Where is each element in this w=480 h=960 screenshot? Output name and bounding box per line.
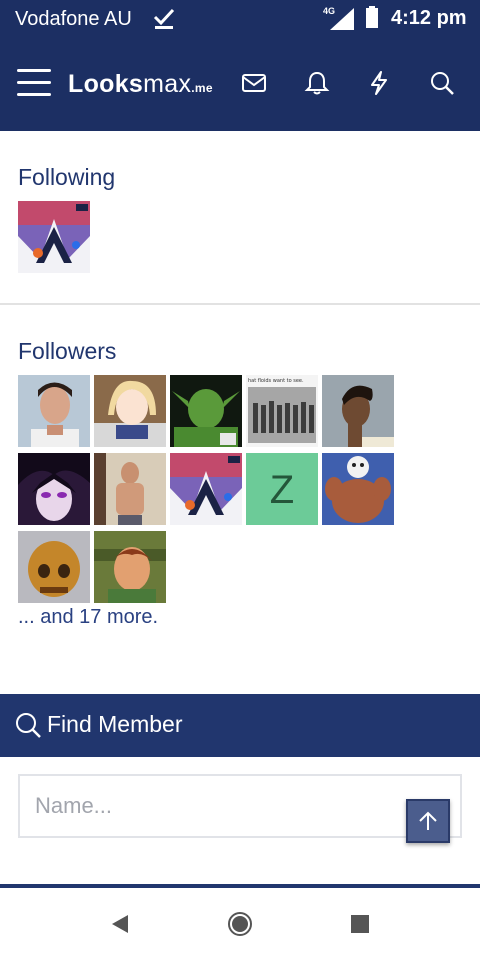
more-followers-link[interactable]: ... and 17 more.: [18, 606, 158, 629]
section-divider: [0, 303, 480, 305]
avatar-image: [18, 453, 90, 525]
inbox-icon[interactable]: [241, 70, 267, 96]
find-member-header: Find Member: [0, 694, 480, 757]
avatar-image: [322, 375, 394, 447]
recents-icon[interactable]: [346, 910, 374, 938]
following-title: Following: [18, 164, 116, 190]
svg-text:hat floids want to see.: hat floids want to see.: [248, 378, 304, 384]
signal-icon: [330, 8, 354, 30]
followers-title: Followers: [18, 338, 117, 364]
arrow-up-icon: [419, 811, 437, 830]
carrier-name: Vodafone AU: [15, 8, 132, 30]
navigation-bar: [0, 888, 480, 960]
clock: 4:12 pm: [391, 7, 467, 29]
member-avatar[interactable]: [94, 375, 166, 447]
avatar-image: Z: [246, 453, 318, 525]
member-avatar[interactable]: [18, 531, 90, 603]
site-logo[interactable]: Looksmax.me: [68, 70, 213, 99]
find-member-title: Find Member: [47, 711, 183, 737]
member-name-input[interactable]: [18, 774, 462, 838]
avatar-image: [170, 375, 242, 447]
member-avatar[interactable]: [94, 531, 166, 603]
avatar-image: [18, 201, 90, 273]
member-avatar[interactable]: [170, 375, 242, 447]
member-avatar[interactable]: [18, 201, 90, 273]
member-avatar[interactable]: [322, 375, 394, 447]
member-avatar[interactable]: [18, 375, 90, 447]
bolt-icon[interactable]: [366, 70, 392, 96]
home-icon[interactable]: [226, 910, 254, 938]
battery-icon: [366, 6, 378, 28]
search-icon: [16, 713, 41, 738]
member-avatar[interactable]: Z: [246, 453, 318, 525]
app-header: Looksmax.me: [0, 38, 480, 131]
menu-icon[interactable]: [17, 69, 51, 97]
avatar-image: hat floids want to see.: [246, 375, 318, 447]
checkmark-icon: [153, 8, 175, 29]
member-avatar[interactable]: hat floids want to see.: [246, 375, 318, 447]
avatar-image: [94, 375, 166, 447]
avatar-image: [94, 453, 166, 525]
avatar-image: [18, 375, 90, 447]
avatar-image: [170, 453, 242, 525]
member-avatar[interactable]: [18, 453, 90, 525]
member-avatar[interactable]: [322, 453, 394, 525]
search-icon[interactable]: [429, 70, 455, 96]
avatar-image: [94, 531, 166, 603]
status-bar: Vodafone AU 4G 4:12 pm: [0, 0, 480, 38]
svg-text:Z: Z: [270, 468, 294, 512]
scroll-to-top-button[interactable]: [406, 799, 450, 843]
avatar-image: [322, 453, 394, 525]
bell-icon[interactable]: [304, 70, 330, 96]
avatar-image: [18, 531, 90, 603]
member-avatar[interactable]: [94, 453, 166, 525]
member-avatar[interactable]: [170, 453, 242, 525]
back-icon[interactable]: [106, 910, 134, 938]
